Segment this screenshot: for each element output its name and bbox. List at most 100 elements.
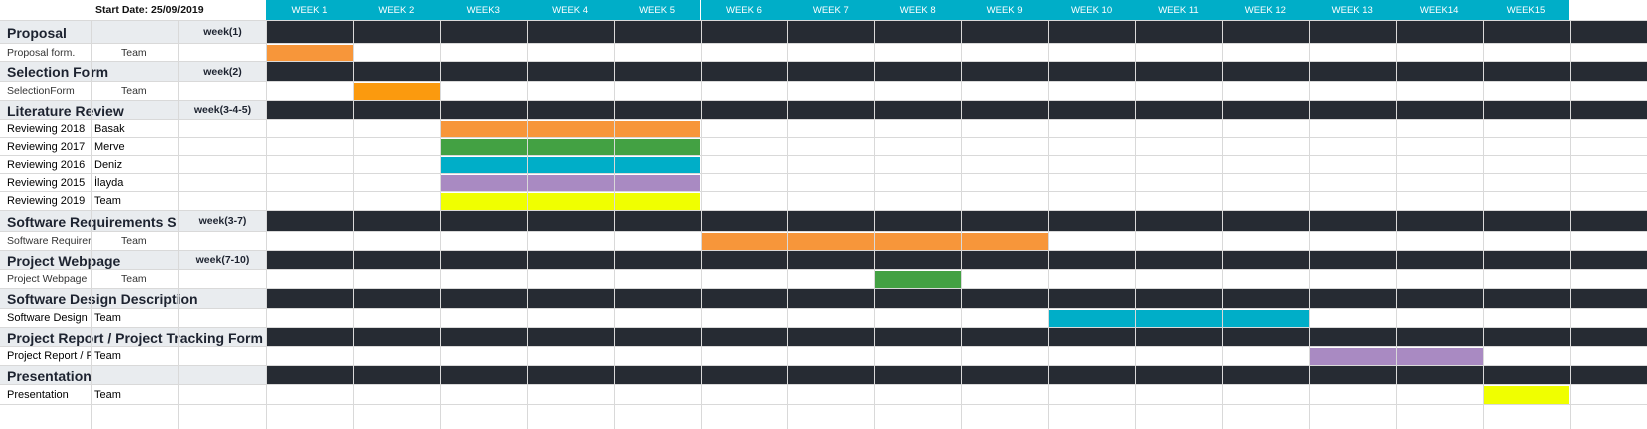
task-empty-cell[interactable] (178, 232, 266, 251)
week-header-6[interactable]: WEEK 6 (700, 0, 788, 21)
task-empty-cell[interactable] (178, 156, 266, 174)
task-owner[interactable]: Team (91, 309, 178, 328)
task-empty-cell[interactable] (178, 82, 266, 101)
task-bar[interactable] (266, 45, 353, 62)
start-date-label[interactable]: Start Date: 25/09/2019 (91, 0, 266, 21)
task-owner[interactable]: Team (91, 192, 178, 211)
task-owner[interactable]: Team (91, 347, 178, 366)
task-bar[interactable] (439, 121, 701, 138)
task-name[interactable]: Reviewing 2017 (0, 138, 91, 156)
task-name[interactable]: Project Webpage (0, 270, 91, 289)
grid-line (700, 21, 702, 429)
grid-line (0, 61, 1647, 62)
week-header-4[interactable]: WEEK 4 (526, 0, 614, 21)
grid-line (0, 137, 1647, 138)
grid-line (0, 288, 1647, 289)
section-bar (266, 366, 1647, 385)
task-name[interactable]: Software Requirer (0, 232, 91, 251)
grid-line (266, 21, 267, 429)
section-weeks-badge[interactable]: week(3-4-5) (178, 101, 266, 120)
task-name[interactable]: Reviewing 2016 (0, 156, 91, 174)
task-bar[interactable] (874, 271, 962, 289)
task-name[interactable]: Software Design (0, 309, 91, 328)
section-weeks-badge[interactable]: week(3-7) (178, 211, 266, 232)
week-header-1[interactable]: WEEK 1 (266, 0, 353, 21)
grid-line (1135, 21, 1136, 429)
week-header-10[interactable]: WEEK 10 (1048, 0, 1135, 21)
week-header-13[interactable]: WEEK 13 (1308, 0, 1396, 21)
task-empty-cell[interactable] (178, 44, 266, 62)
gantt-sheet: Start Date: 25/09/2019 WEEK 1 WEEK 2 WEEK3 W… (0, 0, 1647, 429)
section-title[interactable]: Software Design Description (0, 289, 266, 309)
task-name[interactable]: Presentation (0, 385, 91, 405)
task-owner[interactable]: Basak (91, 120, 178, 138)
section-weeks-badge[interactable]: week(1) (178, 21, 266, 44)
task-empty-cell[interactable] (178, 309, 266, 328)
week-header-11[interactable]: WEEK 11 (1135, 0, 1222, 21)
task-empty-cell[interactable] (178, 347, 266, 366)
grid-line (1569, 21, 1571, 429)
section-weeks-badge[interactable]: week(7-10) (178, 251, 266, 270)
section-title[interactable]: Software Requirements S (0, 211, 178, 232)
task-name[interactable]: Reviewing 2019 (0, 192, 91, 211)
week-header-5[interactable]: WEEK 5 (613, 0, 701, 21)
task-bar[interactable] (439, 157, 701, 174)
week-header-8[interactable]: WEEK 8 (874, 0, 962, 21)
grid-line (0, 155, 1647, 156)
task-owner[interactable]: Team (91, 385, 178, 405)
section-title[interactable]: Presentation (0, 366, 266, 385)
section-bar (266, 328, 1647, 347)
grid-line (0, 191, 1647, 192)
corner-cell[interactable] (0, 0, 91, 21)
grid-line (439, 21, 441, 429)
section-title[interactable]: Selection Form (0, 62, 178, 82)
task-bar[interactable] (439, 175, 701, 192)
section-title[interactable]: Project Webpage (0, 251, 178, 270)
task-owner[interactable]: İlayda (91, 174, 178, 192)
task-owner[interactable]: Team (91, 82, 178, 101)
week-header-2[interactable]: WEEK 2 (352, 0, 440, 21)
task-name[interactable]: Proposal form. (0, 44, 91, 62)
grid-line (787, 21, 789, 429)
task-empty-cell[interactable] (178, 120, 266, 138)
task-empty-cell[interactable] (178, 192, 266, 211)
grid-line (0, 384, 1647, 385)
task-name[interactable]: SelectionForm (0, 82, 91, 101)
section-bar (266, 21, 1647, 44)
section-title[interactable]: Proposal (0, 21, 178, 44)
task-bar[interactable] (439, 193, 701, 211)
week-header-7[interactable]: WEEK 7 (787, 0, 875, 21)
task-empty-cell[interactable] (178, 138, 266, 156)
section-weeks-badge[interactable]: week(2) (178, 62, 266, 82)
grid-line (1308, 21, 1310, 429)
grid-line (0, 100, 1647, 101)
week-header-12[interactable]: WEEK 12 (1221, 0, 1309, 21)
task-empty-cell[interactable] (178, 270, 266, 289)
task-owner[interactable]: Team (91, 270, 178, 289)
grid-line (0, 404, 1647, 405)
task-owner[interactable]: Team (91, 232, 178, 251)
task-bar[interactable] (1048, 310, 1309, 328)
task-empty-cell[interactable] (178, 174, 266, 192)
task-name[interactable]: Reviewing 2015 (0, 174, 91, 192)
task-owner[interactable]: Team (91, 44, 178, 62)
task-name[interactable]: Reviewing 2018 (0, 120, 91, 138)
section-title[interactable]: Project Report / Project Tracking Form (0, 328, 266, 347)
task-owner[interactable]: Merve (91, 138, 178, 156)
task-empty-cell[interactable] (178, 385, 266, 405)
section-title[interactable]: Literature Review (0, 101, 178, 120)
week-header-15[interactable]: WEEK15 (1482, 0, 1570, 21)
task-bar[interactable] (1482, 386, 1570, 405)
section-bar (266, 251, 1647, 270)
task-name[interactable]: Project Report / F (0, 347, 91, 366)
week-header-9[interactable]: WEEK 9 (961, 0, 1049, 21)
grid-line (0, 231, 1647, 232)
task-bar[interactable] (352, 83, 440, 101)
week-header-14[interactable]: WEEK14 (1395, 0, 1483, 21)
task-bar[interactable] (439, 139, 701, 156)
grid-line (352, 21, 354, 429)
grid-line (1048, 21, 1050, 429)
task-owner[interactable]: Deniz (91, 156, 178, 174)
grid-line (0, 250, 1647, 251)
week-header-3[interactable]: WEEK3 (439, 0, 527, 21)
